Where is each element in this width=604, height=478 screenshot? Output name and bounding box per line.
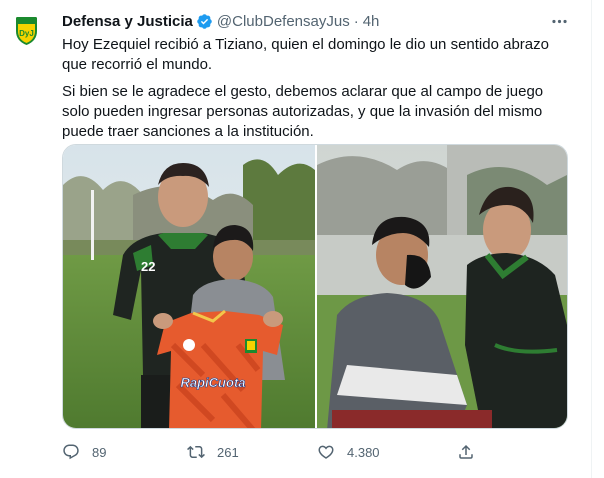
retweet-icon [187,445,205,459]
verified-badge-icon [197,13,212,29]
separator-dot: · [353,12,359,30]
tweet-actions: 89 261 4.380 [62,440,522,464]
tweet-text: Hoy Ezequiel recibió a Tiziano, quien el… [62,35,572,142]
tweet[interactable]: DyJ Defensa y Justicia @ClubDefensayJus … [0,0,592,478]
photo-left[interactable]: 22 RapiCuota [63,145,315,428]
jersey-number: 22 [141,259,155,274]
crest-text: DyJ [19,29,34,38]
media-grid: 22 RapiCuota [62,144,568,429]
retweet-count: 261 [217,444,239,460]
more-dots-icon[interactable] [547,9,571,33]
photo-right[interactable] [317,145,567,428]
avatar[interactable]: DyJ [10,14,43,47]
reply-button[interactable]: 89 [62,443,187,461]
tweet-paragraph: Si bien se le agradece el gesto, debemos… [62,83,544,140]
share-button[interactable] [457,443,475,461]
tweet-time[interactable]: 4h [363,13,380,30]
tweet-paragraph: Hoy Ezequiel recibió a Tiziano, quien el… [62,36,549,73]
reply-icon [63,444,79,460]
tweet-header: Defensa y Justicia @ClubDefensayJus · 4h [62,11,571,31]
like-count: 4.380 [347,444,380,460]
share-icon [459,444,473,459]
heart-icon [318,445,334,459]
club-crest-icon: DyJ [16,17,37,45]
author-name[interactable]: Defensa y Justicia [62,13,193,30]
shirt-sponsor: RapiCuota [181,375,246,390]
reply-count: 89 [92,444,107,460]
author-handle[interactable]: @ClubDefensayJus [217,13,350,30]
like-button[interactable]: 4.380 [317,443,457,461]
retweet-button[interactable]: 261 [187,443,317,461]
